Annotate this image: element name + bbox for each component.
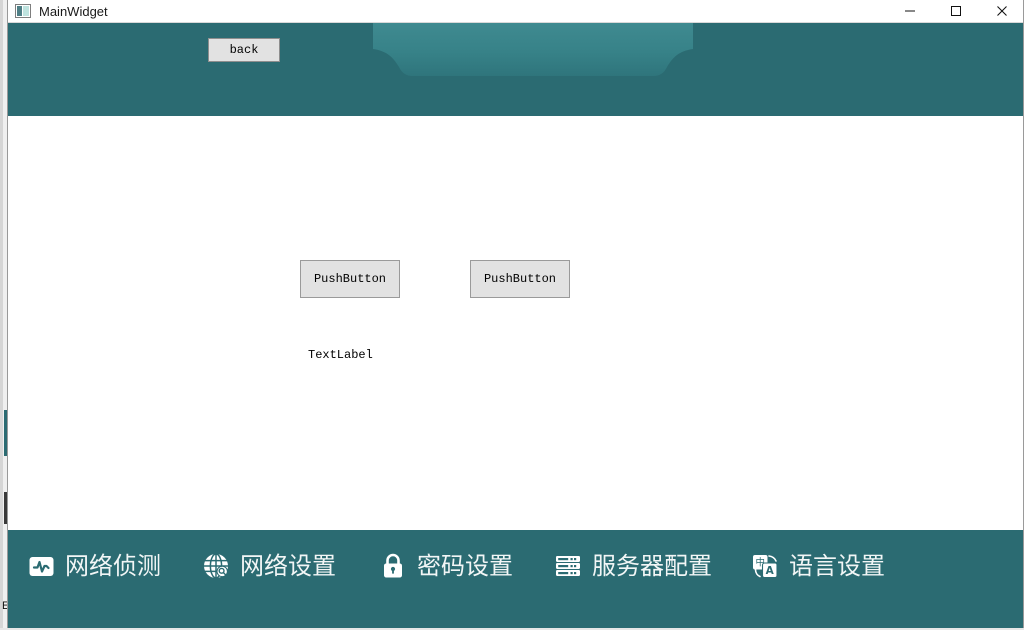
lock-icon <box>378 551 408 581</box>
nav-label-network-settings: 网络设置 <box>240 552 336 580</box>
maximize-button[interactable] <box>933 0 979 22</box>
header-tab-shape <box>373 23 693 76</box>
nav-item-network-monitor[interactable]: 网络侦测 <box>26 548 161 584</box>
nav-label-language-settings: 语言设置 <box>789 552 885 580</box>
screen: E: MainWidget <box>0 0 1024 630</box>
main-window: MainWidget back PushButton PushButton Te… <box>7 0 1024 630</box>
app-icon <box>15 4 31 18</box>
nav-item-server-config[interactable]: 服务器配置 <box>553 548 712 584</box>
network-monitor-icon <box>26 551 56 581</box>
close-icon <box>997 6 1007 16</box>
header-banner: back <box>8 23 1023 116</box>
window-title: MainWidget <box>39 3 108 19</box>
nav-label-network-monitor: 网络侦测 <box>65 552 161 580</box>
background-window-edge <box>0 0 3 630</box>
text-label: TextLabel <box>308 348 373 362</box>
maximize-icon <box>951 6 961 16</box>
translate-icon: 中 A <box>750 551 780 581</box>
minimize-button[interactable] <box>887 0 933 22</box>
nav-item-network-settings[interactable]: 网络设置 <box>201 548 336 584</box>
minimize-icon <box>905 10 915 12</box>
nav-item-language-settings[interactable]: 中 A 语言设置 <box>750 548 885 584</box>
title-bar[interactable]: MainWidget <box>8 0 1023 23</box>
push-button-1[interactable]: PushButton <box>300 260 400 298</box>
window-controls <box>887 0 1023 22</box>
nav-label-server-config: 服务器配置 <box>592 552 712 580</box>
close-button[interactable] <box>979 0 1023 22</box>
svg-text:A: A <box>766 565 775 577</box>
bottom-navigation-bar: 网络侦测 网络设置 密码设置 服务器配置 中 A 语言设置 <box>8 530 1023 629</box>
content-area: PushButton PushButton TextLabel <box>8 116 1023 530</box>
nav-item-password-settings[interactable]: 密码设置 <box>378 548 513 584</box>
push-button-2[interactable]: PushButton <box>470 260 570 298</box>
server-rack-icon <box>553 551 583 581</box>
nav-label-password-settings: 密码设置 <box>417 552 513 580</box>
back-button[interactable]: back <box>208 38 280 62</box>
globe-icon <box>201 551 231 581</box>
